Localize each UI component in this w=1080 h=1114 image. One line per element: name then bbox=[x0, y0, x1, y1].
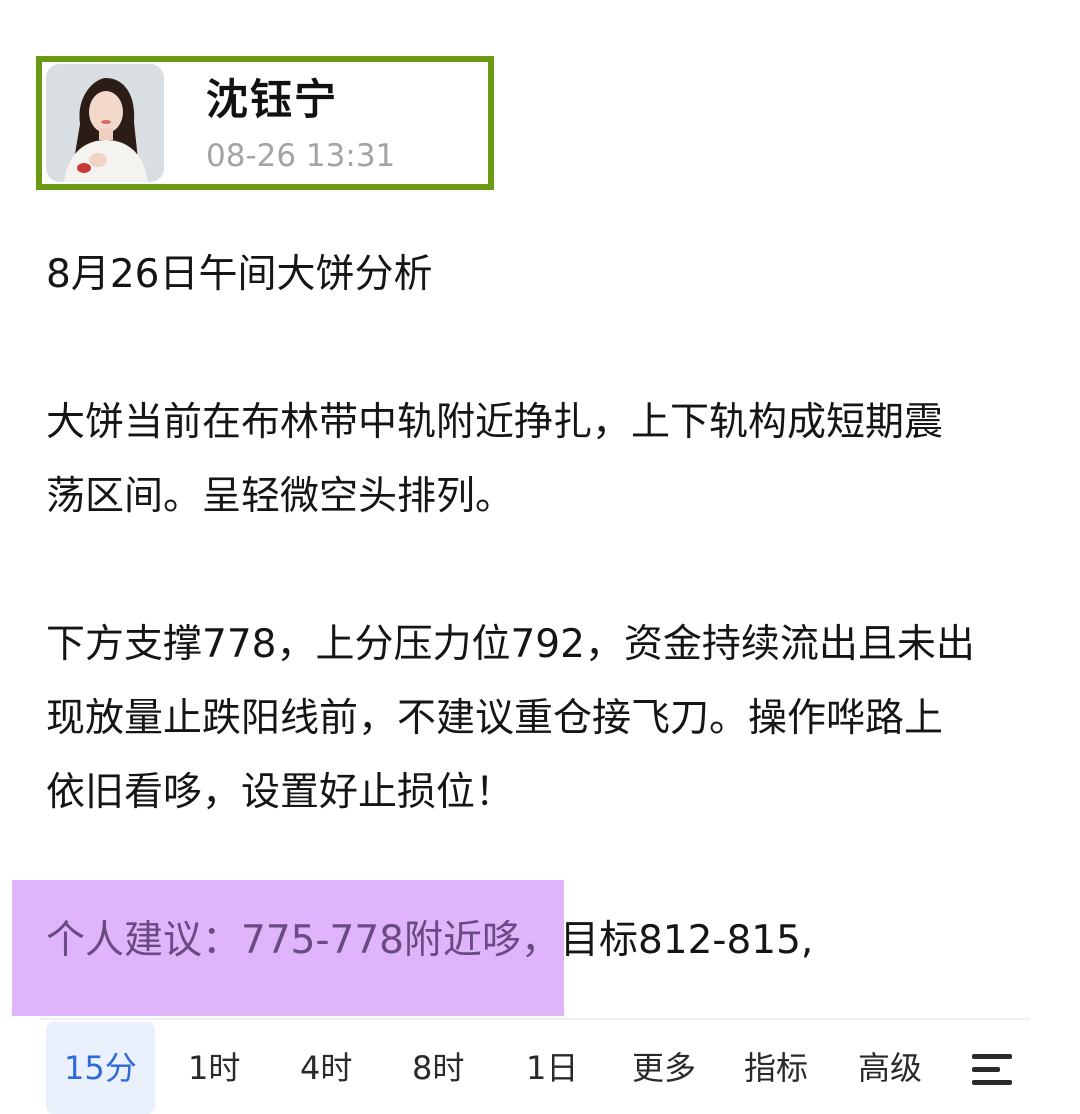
paragraph-line: 下方支撑778，上分压力位792，资金持续流出且未出 bbox=[46, 622, 975, 667]
tab-1d[interactable]: 1日 bbox=[526, 1038, 578, 1098]
suggestion-highlighted-text: 个人建议：775-778附近哆， bbox=[46, 918, 560, 963]
tab-8h[interactable]: 8时 bbox=[412, 1038, 464, 1098]
paragraph-line: 荡区间。呈轻微空头排列。 bbox=[46, 474, 515, 519]
paragraph-line: 现放量止跌阳线前，不建议重仓接飞刀。操作哗路上 bbox=[46, 696, 944, 741]
post-title: 8月26日午间大饼分析 bbox=[46, 252, 433, 297]
menu-lines-icon[interactable] bbox=[970, 1050, 1014, 1090]
tab-indicators[interactable]: 指标 bbox=[744, 1038, 808, 1098]
author-name[interactable]: 沈钰宁 bbox=[206, 74, 338, 126]
tab-15m[interactable]: 15分 bbox=[46, 1022, 155, 1114]
timeframe-tab-bar: 15分 1时 4时 8时 1日 更多 指标 高级 bbox=[40, 1018, 1030, 1114]
tab-advanced[interactable]: 高级 bbox=[858, 1038, 922, 1098]
paragraph-line: 依旧看哆，设置好止损位！ bbox=[46, 770, 515, 815]
tab-more[interactable]: 更多 bbox=[632, 1038, 696, 1098]
post-paragraph-2: 下方支撑778，上分压力位792，资金持续流出且未出 现放量止跌阳线前，不建议重… bbox=[46, 608, 975, 830]
suggestion-target-text: 目标812-815, bbox=[559, 918, 814, 963]
tab-4h[interactable]: 4时 bbox=[300, 1038, 352, 1098]
post-suggestion: 个人建议：775-778附近哆，目标812-815, bbox=[46, 904, 813, 978]
paragraph-line: 大饼当前在布林带中轨附近挣扎，上下轨构成短期震 bbox=[46, 400, 944, 445]
tab-1h[interactable]: 1时 bbox=[188, 1038, 240, 1098]
author-avatar[interactable] bbox=[46, 64, 164, 182]
post-paragraph-1: 大饼当前在布林带中轨附近挣扎，上下轨构成短期震 荡区间。呈轻微空头排列。 bbox=[46, 386, 943, 534]
post-timestamp: 08-26 13:31 bbox=[206, 138, 396, 174]
